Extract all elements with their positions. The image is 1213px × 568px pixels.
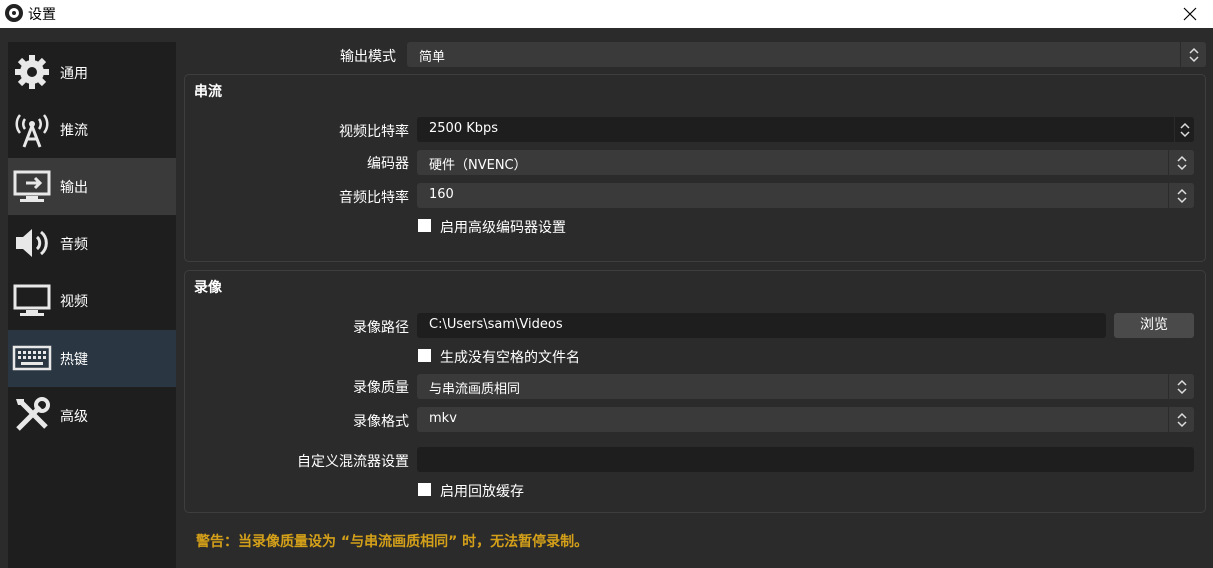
recording-path-label: 录像路径 (353, 320, 409, 336)
recording-format-value: mkv (429, 411, 457, 426)
recording-warning: 警告：当录像质量设为 “与串流画质相同” 时，无法暂停录制。 (196, 534, 589, 550)
chevron-up-down-icon (1189, 47, 1199, 63)
recording-format-select[interactable]: mkv (417, 407, 1194, 432)
broadcast-antenna-icon (15, 114, 49, 148)
sidebar-item-label: 输出 (60, 180, 88, 196)
encoder-label: 编码器 (367, 156, 409, 172)
sidebar-item-audio[interactable]: 音频 (8, 215, 176, 272)
checkbox-label: 生成没有空格的文件名 (440, 350, 580, 366)
chevron-up-down-icon (1177, 188, 1187, 204)
dropdown-arrows (1168, 150, 1194, 175)
recording-quality-value: 与串流画质相同 (429, 382, 521, 397)
close-icon (1183, 7, 1197, 21)
keyboard-icon (12, 345, 52, 371)
close-button[interactable] (1167, 0, 1213, 28)
sidebar-item-label: 高级 (60, 409, 88, 425)
obs-logo-icon (5, 4, 23, 22)
checkbox-label: 启用回放缓存 (440, 484, 524, 500)
video-bitrate-value: 2500 Kbps (429, 121, 499, 136)
group-title: 录像 (194, 280, 222, 296)
checkbox-label: 启用高级编码器设置 (440, 220, 566, 236)
sidebar-item-hotkeys[interactable]: 热键 (8, 330, 176, 387)
dropdown-arrows (1168, 374, 1194, 399)
sidebar-item-stream[interactable]: 推流 (8, 101, 176, 158)
dropdown-arrows (1180, 42, 1206, 67)
audio-bitrate-label: 音频比特率 (339, 190, 409, 206)
checkbox-box[interactable] (418, 349, 431, 362)
audio-bitrate-value: 160 (429, 187, 454, 202)
video-bitrate-spinbox[interactable]: 2500 Kbps (417, 117, 1194, 142)
sidebar-item-video[interactable]: 视频 (8, 272, 176, 329)
sidebar-item-label: 音频 (60, 237, 88, 253)
sidebar-item-general[interactable]: 通用 (8, 44, 176, 101)
video-bitrate-label: 视频比特率 (339, 124, 409, 140)
output-mode-label: 输出模式 (340, 49, 396, 65)
recording-quality-select[interactable]: 与串流画质相同 (417, 374, 1194, 399)
encoder-value: 硬件（NVENC） (429, 158, 527, 173)
sidebar-item-label: 视频 (60, 294, 88, 310)
dropdown-arrows (1168, 407, 1194, 432)
replay-buffer-checkbox[interactable]: 启用回放缓存 (418, 480, 618, 500)
chevron-up-down-icon (1177, 379, 1187, 395)
output-mode-value: 简单 (419, 50, 446, 65)
monitor-icon (13, 284, 51, 316)
sidebar-item-label: 通用 (60, 66, 88, 82)
recording-format-label: 录像格式 (353, 414, 409, 430)
gear-icon (15, 55, 49, 89)
chevron-up-down-icon (1177, 155, 1187, 171)
recording-path-input[interactable]: C:\Users\sam\Videos (417, 313, 1106, 338)
window-title: 设置 (28, 7, 56, 23)
chevron-up-down-icon (1180, 122, 1190, 138)
settings-sidebar: 通用 推流 输出 音频 视频 热键 高级 (8, 42, 176, 568)
sidebar-item-output[interactable]: 输出 (8, 158, 176, 215)
sidebar-item-advanced[interactable]: 高级 (8, 387, 176, 444)
output-mode-select[interactable]: 简单 (407, 42, 1206, 67)
dropdown-arrows (1168, 183, 1194, 208)
custom-muxer-input[interactable] (417, 447, 1194, 472)
spin-buttons[interactable] (1174, 117, 1194, 142)
title-bar: 设置 (0, 0, 1213, 28)
encoder-select[interactable]: 硬件（NVENC） (417, 150, 1194, 175)
output-settings-panel: 输出模式 简单 串流 视频比特率 2500 Kbps 编码器 硬件（NVENC）… (178, 28, 1213, 568)
checkbox-box[interactable] (418, 219, 431, 232)
recording-quality-label: 录像质量 (353, 380, 409, 396)
group-title: 串流 (194, 84, 222, 100)
sidebar-item-label: 推流 (60, 123, 88, 139)
output-monitor-icon (13, 170, 51, 202)
recording-path-value: C:\Users\sam\Videos (429, 317, 563, 332)
checkbox-box[interactable] (418, 483, 431, 496)
no-space-filename-checkbox[interactable]: 生成没有空格的文件名 (418, 346, 618, 366)
browse-button[interactable]: 浏览 (1114, 313, 1194, 338)
custom-muxer-label: 自定义混流器设置 (297, 454, 409, 470)
chevron-up-down-icon (1177, 412, 1187, 428)
audio-bitrate-select[interactable]: 160 (417, 183, 1194, 208)
speaker-icon (16, 229, 48, 257)
sidebar-item-label: 热键 (60, 352, 88, 368)
advanced-encoder-checkbox[interactable]: 启用高级编码器设置 (418, 216, 618, 236)
tools-icon (16, 397, 50, 431)
